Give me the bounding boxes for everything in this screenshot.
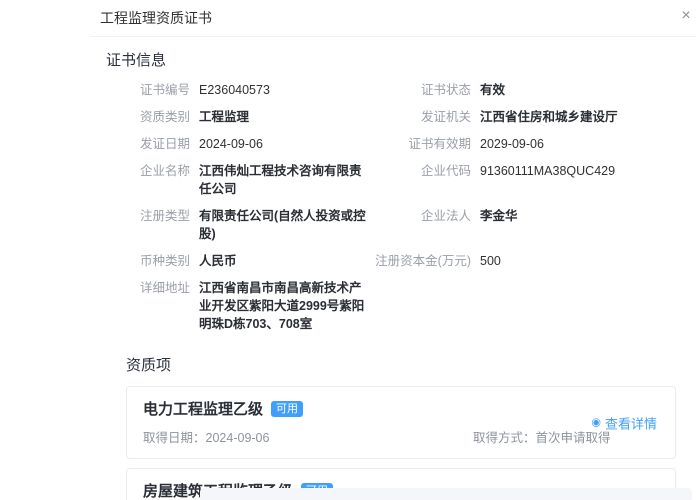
certificate-field: 发证机关 江西省住房和城乡建设厅 bbox=[371, 108, 680, 126]
acquire-date: 取得日期：2024-09-06 bbox=[143, 431, 270, 445]
eye-icon: ◉ bbox=[591, 416, 601, 428]
field-value: 2029-09-06 bbox=[480, 137, 544, 151]
field-label: 企业代码 bbox=[420, 164, 471, 178]
field-label: 注册资本金(万元) bbox=[375, 254, 471, 268]
qualification-section: 资质项 电力工程监理乙级 可用 取得日期：2024-09-06 取得方式：首次申… bbox=[106, 354, 680, 500]
field-label: 证书有效期 bbox=[408, 137, 471, 151]
qualification-card: 电力工程监理乙级 可用 取得日期：2024-09-06 取得方式：首次申请取得 … bbox=[126, 386, 676, 459]
field-label: 证书编号 bbox=[139, 83, 190, 97]
drawer-body: 证书信息 证书编号 E236040573 证书状态 有效 资质类别 工程监理 发… bbox=[90, 37, 696, 500]
field-value: E236040573 bbox=[199, 83, 270, 97]
field-label: 资质类别 bbox=[139, 110, 190, 124]
drawer-title: 工程监理资质证书 bbox=[100, 10, 212, 26]
field-label: 发证日期 bbox=[139, 137, 190, 151]
view-details-link[interactable]: ◉ 查看详情 bbox=[591, 413, 657, 432]
certificate-field: 币种类别 人民币 bbox=[106, 252, 371, 270]
certificate-field: 证书编号 E236040573 bbox=[106, 81, 371, 99]
qualification-card-partial bbox=[200, 488, 692, 500]
drawer-header: 工程监理资质证书 × bbox=[90, 0, 696, 37]
field-label: 企业名称 bbox=[139, 164, 190, 178]
certificate-field: 企业名称 江西伟灿工程技术咨询有限责任公司 bbox=[106, 162, 371, 198]
field-label: 注册类型 bbox=[139, 209, 190, 223]
certificate-info-grid: 证书编号 E236040573 证书状态 有效 资质类别 工程监理 发证机关 江… bbox=[106, 81, 680, 342]
field-value: 有效 bbox=[480, 83, 506, 97]
qualification-section-title: 资质项 bbox=[126, 357, 172, 374]
certificate-field: 证书有效期 2029-09-06 bbox=[371, 135, 680, 153]
field-label: 发证机关 bbox=[420, 110, 471, 124]
field-value: 有限责任公司(自然人投资或控股) bbox=[199, 209, 366, 241]
acquire-method: 取得方式：首次申请取得 bbox=[473, 431, 611, 445]
certificate-field: 证书状态 有效 bbox=[371, 81, 680, 99]
certificate-drawer: 工程监理资质证书 × 证书信息 证书编号 E236040573 证书状态 有效 … bbox=[90, 0, 696, 500]
certificate-field: 企业法人 李金华 bbox=[371, 207, 680, 243]
certificate-info-section-title: 证书信息 bbox=[106, 52, 167, 69]
certificate-field: 注册类型 有限责任公司(自然人投资或控股) bbox=[106, 207, 371, 243]
certificate-field: 资质类别 工程监理 bbox=[106, 108, 371, 126]
field-label: 企业法人 bbox=[420, 209, 471, 223]
field-value: 人民币 bbox=[199, 254, 237, 268]
qualification-title-row: 电力工程监理乙级 可用 bbox=[143, 398, 659, 419]
field-label: 详细地址 bbox=[139, 281, 190, 295]
status-badge: 可用 bbox=[271, 400, 304, 417]
field-value: 91360111MA38QUC429 bbox=[480, 164, 616, 178]
field-value: 工程监理 bbox=[199, 110, 250, 124]
page-background: 工程监理资质证书 × 证书信息 证书编号 E236040573 证书状态 有效 … bbox=[0, 0, 696, 500]
field-value: 500 bbox=[480, 254, 501, 268]
qualification-info-row: 取得日期：2024-09-06 取得方式：首次申请取得 bbox=[143, 427, 659, 446]
view-details-label: 查看详情 bbox=[604, 416, 657, 431]
field-label: 币种类别 bbox=[139, 254, 190, 268]
qualification-name: 电力工程监理乙级 bbox=[143, 401, 264, 418]
certificate-field: 发证日期 2024-09-06 bbox=[106, 135, 371, 153]
field-label: 证书状态 bbox=[420, 83, 471, 97]
certificate-field: 详细地址 江西省南昌市南昌高新技术产业开发区紫阳大道2999号紫阳明珠D栋703… bbox=[106, 279, 371, 333]
field-value: 江西省住房和城乡建设厅 bbox=[480, 110, 618, 124]
field-value: 2024-09-06 bbox=[199, 137, 263, 151]
field-value: 江西伟灿工程技术咨询有限责任公司 bbox=[199, 164, 362, 196]
field-value: 江西省南昌市南昌高新技术产业开发区紫阳大道2999号紫阳明珠D栋703、708室 bbox=[199, 281, 365, 331]
field-value: 李金华 bbox=[480, 209, 518, 223]
close-icon[interactable]: × bbox=[676, 6, 696, 26]
certificate-field: 注册资本金(万元) 500 bbox=[371, 252, 680, 270]
certificate-field: 企业代码 91360111MA38QUC429 bbox=[371, 162, 680, 198]
